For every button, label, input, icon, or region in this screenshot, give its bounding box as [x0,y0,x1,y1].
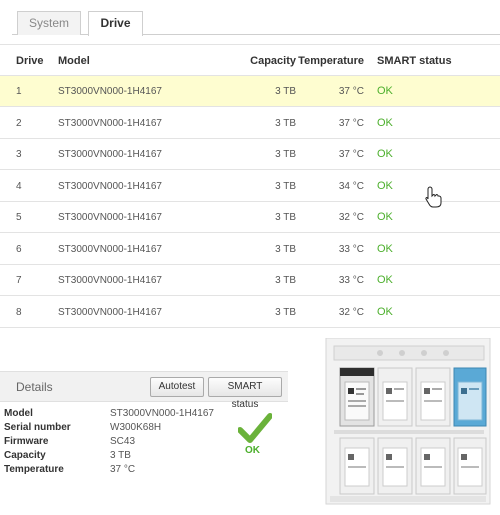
table-row[interactable]: 8 ST3000VN000-1H4167 3 TB 32 °C OK [0,297,500,328]
drive-bay-3 [415,367,451,427]
drive-bay-6 [377,437,413,495]
drive-bay-1 [339,367,375,427]
model-cell: ST3000VN000-1H4167 [58,180,162,192]
capacity-cell: 3 TB [275,180,296,192]
detail-value: ST3000VN000-1H4167 [110,408,214,419]
tab-drive[interactable]: Drive [88,11,143,36]
column-header-temperature[interactable]: Temperature [298,55,364,67]
smart-status-cell: OK [377,274,393,286]
detail-row-capacity: Capacity 3 TB [4,450,234,464]
smart-status-cell: OK [377,116,393,129]
column-header-drive[interactable]: Drive [16,55,44,67]
table-row[interactable]: 2 ST3000VN000-1H4167 3 TB 37 °C OK [0,108,500,139]
capacity-cell: 3 TB [275,306,296,318]
capacity-cell: 3 TB [275,149,296,160]
capacity-cell: 3 TB [275,275,296,286]
temperature-cell: 33 °C [338,243,364,255]
nas-enclosure-image[interactable] [320,338,496,508]
details-toolbar: Details Autotest SMART status [0,371,288,410]
model-cell: ST3000VN000-1H4167 [58,117,162,129]
model-cell: ST3000VN000-1H4167 [58,306,162,318]
drive-bay-8 [453,437,487,495]
temperature-cell: 34 °C [338,180,364,192]
column-header-smart-status[interactable]: SMART status [377,55,452,67]
temperature-cell: 37 °C [338,117,364,129]
drive-cell: 5 [16,212,22,223]
table-row[interactable]: 3 ST3000VN000-1H4167 3 TB 37 °C OK [0,139,500,170]
drive-bay-5 [339,437,375,495]
model-cell: ST3000VN000-1H4167 [58,86,162,97]
detail-row-firmware: Firmware SC43 [4,436,234,450]
smart-status-cell: OK [377,305,393,318]
temperature-cell: 37 °C [338,86,364,97]
table-row[interactable]: 7 ST3000VN000-1H4167 3 TB 33 °C OK [0,265,500,296]
detail-row-serial-number: Serial number W300K68H [4,422,234,436]
smart-status-cell: OK [377,179,393,192]
drive-cell: 4 [16,180,22,192]
capacity-cell: 3 TB [275,243,296,255]
temperature-cell: 33 °C [338,275,364,286]
tab-bar: System Drive [0,0,500,36]
detail-value: SC43 [110,436,136,447]
drive-cell: 2 [16,117,22,129]
column-header-capacity[interactable]: Capacity [250,55,296,67]
tab-system[interactable]: System [17,11,81,35]
hand-pointer-icon [425,186,442,208]
detail-value: W300K68H [110,422,162,433]
tab-bar-divider [12,34,500,35]
detail-label: Serial number [4,422,71,433]
drive-cell: 3 [16,149,22,160]
table-header: Drive Model Capacity Temperature SMART s… [0,44,500,76]
drive-cell: 1 [16,86,22,97]
smart-status-cell: OK [377,211,393,223]
drive-bay-4 [453,367,487,427]
detail-row-model: Model ST3000VN000-1H4167 [4,408,234,422]
detail-label: Temperature [4,464,64,475]
drive-bay-7 [415,437,451,495]
detail-row-temperature: Temperature 37 °C [4,464,234,478]
smart-status-button[interactable]: SMART status [208,377,282,410]
smart-status-cell: OK [377,242,393,255]
autotest-button[interactable]: Autotest [150,377,204,397]
model-cell: ST3000VN000-1H4167 [58,243,162,255]
column-header-model[interactable]: Model [58,55,90,67]
drive-bay-2 [377,367,413,427]
details-list: Model ST3000VN000-1H4167 Serial number W… [4,408,234,478]
model-cell: ST3000VN000-1H4167 [58,212,162,223]
detail-label: Capacity [4,450,46,461]
smart-status-cell: OK [377,148,393,160]
temperature-cell: 32 °C [338,306,364,318]
capacity-cell: 3 TB [275,212,296,223]
model-cell: ST3000VN000-1H4167 [58,149,162,160]
details-title: Details [16,380,53,394]
drive-cell: 7 [16,275,22,286]
capacity-cell: 3 TB [275,86,296,97]
detail-value: 37 °C [110,464,136,475]
detail-label: Model [4,408,33,419]
drive-cell: 8 [16,306,22,318]
model-cell: ST3000VN000-1H4167 [58,275,162,286]
capacity-cell: 3 TB [275,117,296,129]
drive-cell: 6 [16,243,22,255]
temperature-cell: 32 °C [338,212,364,223]
table-row[interactable]: 6 ST3000VN000-1H4167 3 TB 33 °C OK [0,234,500,265]
smart-ok-status: OK [245,445,260,456]
detail-value: 3 TB [110,450,131,461]
temperature-cell: 37 °C [338,149,364,160]
table-row[interactable]: 1 ST3000VN000-1H4167 3 TB 37 °C OK [0,76,500,107]
detail-label: Firmware [4,436,49,447]
smart-status-cell: OK [377,85,393,97]
